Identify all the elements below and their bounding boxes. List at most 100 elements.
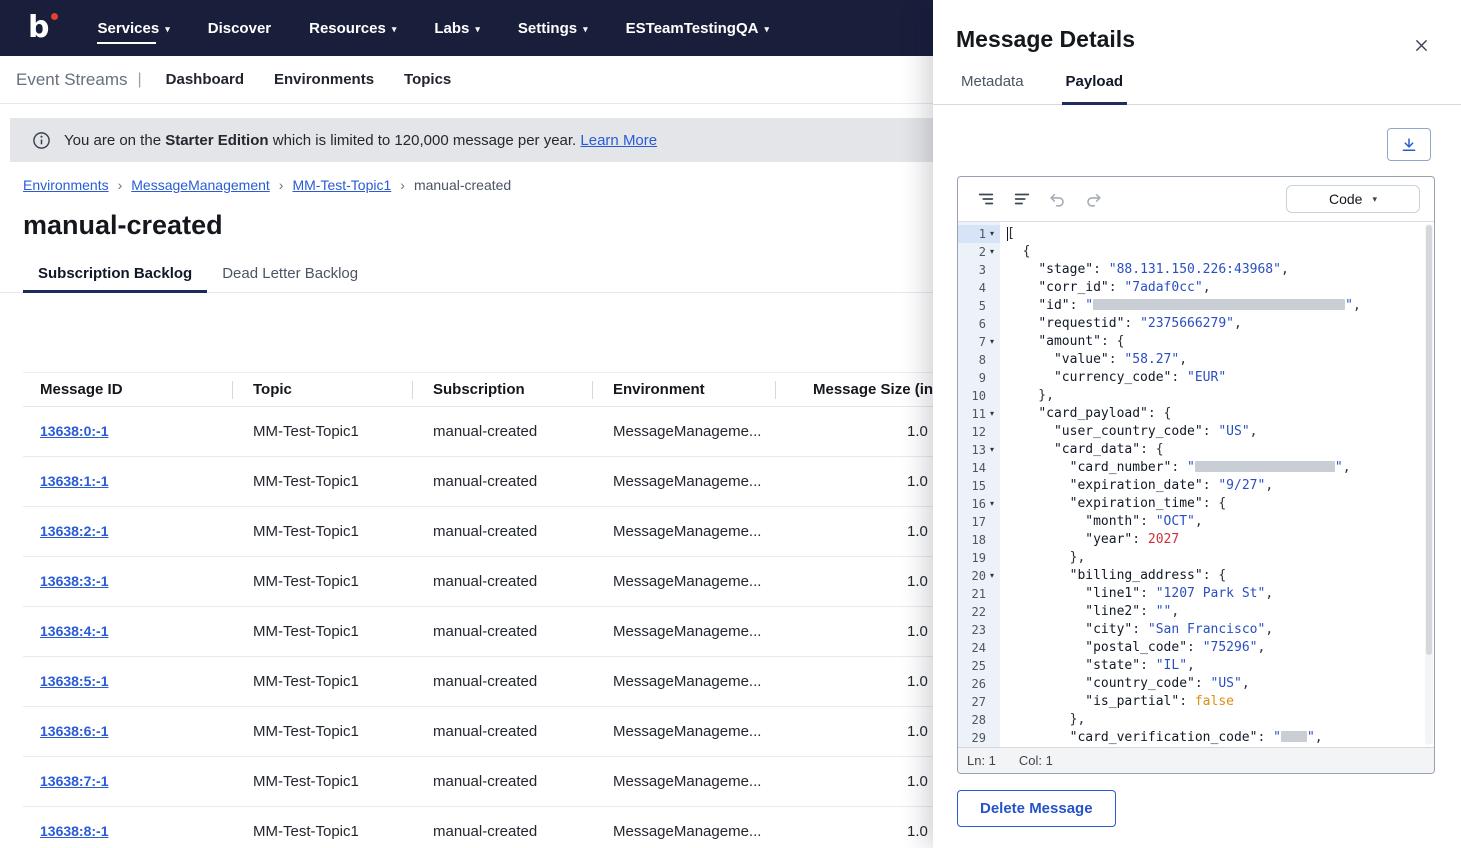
gutter-row: 3 <box>958 261 1000 279</box>
breadcrumb-link-mm-test-topic1[interactable]: MM-Test-Topic1 <box>292 177 391 193</box>
code-token: , <box>1342 460 1351 475</box>
fold-toggle-icon[interactable]: ▾ <box>986 225 998 243</box>
breadcrumb-link-environments[interactable]: Environments <box>23 177 109 193</box>
line-number: 22 <box>971 605 986 619</box>
subnav-item-topics[interactable]: Topics <box>404 71 451 88</box>
redo-icon[interactable] <box>1080 186 1107 213</box>
subscription-cell: manual-created <box>433 573 538 590</box>
message-id-link[interactable]: 13638:4:-1 <box>40 623 109 639</box>
mode-select[interactable]: Code ▾ <box>1286 185 1420 213</box>
tab-subscription-backlog[interactable]: Subscription Backlog <box>23 255 208 293</box>
panel-tab-payload[interactable]: Payload <box>1061 71 1128 105</box>
breadcrumb-link-messagemanagement[interactable]: MessageManagement <box>131 177 270 193</box>
learn-more-link[interactable]: Learn More <box>580 132 657 149</box>
code-token: "card_data" <box>1053 442 1141 457</box>
format-compact-icon[interactable] <box>1008 186 1035 213</box>
delete-message-button[interactable]: Delete Message <box>957 790 1116 827</box>
subscription-cell: manual-created <box>433 623 538 640</box>
message-id-link[interactable]: 13638:8:-1 <box>40 823 109 839</box>
format-indent-icon[interactable] <box>972 186 999 213</box>
fold-toggle-icon[interactable]: ▾ <box>986 333 998 351</box>
message-id-link[interactable]: 13638:7:-1 <box>40 773 109 789</box>
brand-logo[interactable]: b <box>28 0 59 56</box>
brand-letter: b <box>28 10 50 45</box>
code-token: : <box>1124 316 1141 331</box>
code-line: "currency_code": "EUR" <box>1007 369 1434 387</box>
subscription-cell: manual-created <box>433 723 538 740</box>
gutter-row: 5 <box>958 297 1000 315</box>
line-number: 9 <box>978 371 986 385</box>
subscription-cell: manual-created <box>433 423 538 440</box>
nav-item-settings[interactable]: Settings ▾ <box>518 0 588 56</box>
code-token: "7adaf0cc" <box>1124 280 1203 295</box>
code-line: "amount": { <box>1007 333 1434 351</box>
message-id-link[interactable]: 13638:6:-1 <box>40 723 109 739</box>
fold-toggle-icon[interactable]: ▾ <box>986 441 998 459</box>
undo-icon[interactable] <box>1044 186 1071 213</box>
fold-toggle-icon[interactable]: ▾ <box>986 405 998 423</box>
close-icon[interactable] <box>1409 33 1433 57</box>
code-token: : <box>1202 424 1219 439</box>
code-token: : <box>1132 532 1148 547</box>
code-line: "is_partial": false <box>1007 693 1434 711</box>
code-line: "stage": "88.131.150.226:43968", <box>1007 261 1434 279</box>
code-token: " <box>1306 730 1315 745</box>
code-token: , <box>1171 604 1180 619</box>
code-line: "country_code": "US", <box>1007 675 1434 693</box>
nav-item-esteamtestingqa[interactable]: ESTeamTestingQA ▾ <box>626 0 769 56</box>
scrollbar-thumb[interactable] <box>1426 225 1432 655</box>
panel-title: Message Details <box>956 26 1135 52</box>
panel-tab-metadata[interactable]: Metadata <box>957 71 1028 104</box>
message-id-cell: 13638:5:-1 <box>23 673 232 690</box>
fold-toggle-icon[interactable]: ▾ <box>986 567 998 585</box>
message-details-panel: Message Details Metadata Payload Code ▾ … <box>933 0 1461 848</box>
code-token: "year" <box>1085 532 1133 547</box>
code-token: " <box>1187 460 1195 475</box>
message-id-link[interactable]: 13638:1:-1 <box>40 473 109 489</box>
nav-item-labs[interactable]: Labs ▾ <box>434 0 480 56</box>
redacted-value <box>1194 461 1335 472</box>
line-number: 14 <box>971 461 986 475</box>
code-token: "OCT" <box>1155 514 1195 529</box>
message-id-link[interactable]: 13638:3:-1 <box>40 573 109 589</box>
nav-item-services[interactable]: Services ▾ <box>97 0 170 56</box>
fold-toggle-icon[interactable]: ▾ <box>986 243 998 261</box>
editor-scrollbar[interactable] <box>1425 224 1433 745</box>
message-id-link[interactable]: 13638:5:-1 <box>40 673 109 689</box>
tab-dead-letter-backlog[interactable]: Dead Letter Backlog <box>207 255 373 292</box>
code-token: , <box>1265 622 1274 637</box>
line-number: 20 <box>971 569 986 583</box>
download-button[interactable] <box>1387 128 1431 161</box>
message-id-link[interactable]: 13638:0:-1 <box>40 423 109 439</box>
nav-item-resources[interactable]: Resources ▾ <box>309 0 396 56</box>
code-token: : <box>1171 370 1188 385</box>
fold-toggle-icon[interactable]: ▾ <box>986 495 998 513</box>
column-header-environment: Environment <box>592 373 775 406</box>
code-token: : <box>1179 694 1195 709</box>
nav-item-discover[interactable]: Discover <box>208 0 271 56</box>
subscription-cell: manual-created <box>433 473 538 490</box>
line-number: 6 <box>978 317 986 331</box>
gutter-row: 24 <box>958 639 1000 657</box>
gutter-row: 19 <box>958 549 1000 567</box>
gutter-row: 4 <box>958 279 1000 297</box>
code-token: "is_partial" <box>1085 694 1180 709</box>
code-token: }, <box>1007 388 1054 403</box>
subnav-item-environments[interactable]: Environments <box>274 71 374 88</box>
code-token: "expiration_time" <box>1069 496 1203 511</box>
message-id-link[interactable]: 13638:2:-1 <box>40 523 109 539</box>
environment-cell: MessageManageme... <box>613 573 762 590</box>
cursor-col-indicator: Col: 1 <box>1018 753 1053 768</box>
code-area[interactable]: 1 ▾ 2 ▾ 3 4 5 6 7 ▾ 8 9 10 11 ▾ 12 13 ▾ 14 15 16 ▾ 17 18 19 20 ▾ 21… <box>958 221 1434 747</box>
code-line: "postal_code": "75296", <box>1007 639 1434 657</box>
code-token: "2375666279" <box>1140 316 1234 331</box>
editor-statusbar: Ln: 1 Col: 1 <box>958 747 1434 773</box>
subnav-item-dashboard[interactable]: Dashboard <box>166 71 244 88</box>
code-content: [ { "stage": "88.131.150.226:43968", "co… <box>1000 222 1434 747</box>
code-token: "state" <box>1085 658 1141 673</box>
